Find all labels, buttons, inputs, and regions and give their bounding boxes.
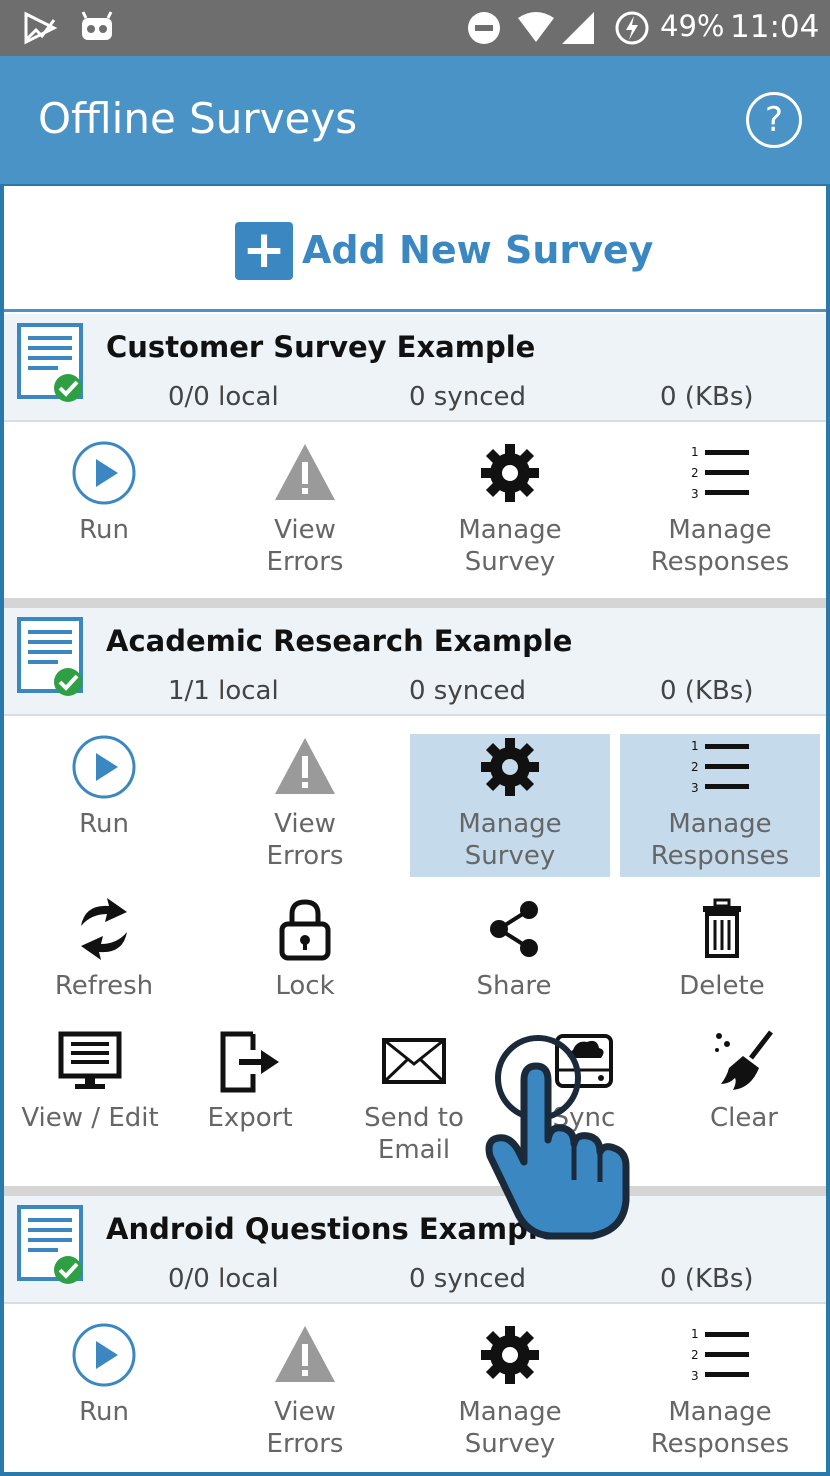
size: 0 (KBs) [660,382,754,412]
warning-icon [275,444,335,500]
export-button[interactable]: Export [170,1028,330,1134]
help-button[interactable]: ? [746,92,802,148]
view-errors-button[interactable]: View Errors [225,440,385,578]
lock-button[interactable]: Lock [225,896,385,1002]
separator [4,1186,826,1196]
survey-title: Customer Survey Example [106,330,536,364]
manage-survey-button[interactable]: Manage Survey [410,1322,610,1460]
svg-text:3: 3 [691,487,699,501]
gear-icon [481,738,539,796]
warning-icon [275,1326,335,1382]
plus-icon: + [235,222,293,280]
survey-header[interactable]: Customer Survey Example 0/0 local 0 sync… [4,314,826,422]
local-count: 0/0 local [168,1264,279,1294]
play-icon [72,1323,136,1387]
list-icon: 1 2 3 [691,445,749,501]
gear-icon [481,444,539,502]
refresh-icon [81,898,127,960]
monitor-icon [58,1031,122,1089]
page-title: Offline Surveys [38,94,358,143]
synced-count: 0 synced [409,382,527,412]
survey-actions: Run View Errors Manage Survey 123 Manage… [4,422,826,598]
warning-icon [275,738,335,794]
survey-document-icon [17,323,83,402]
survey-header[interactable]: Android Questions Example 0/0 local 0 sy… [4,1196,826,1304]
svg-text:2: 2 [691,466,699,480]
android-debug-icon [80,10,114,48]
manage-responses-button[interactable]: 123 Manage Responses [620,1322,820,1460]
add-new-survey-button[interactable]: + Add New Survey [4,186,826,312]
clear-button[interactable]: Clear [664,1028,824,1134]
manage-responses-button[interactable]: 123 Manage Responses [620,440,820,578]
trash-icon [703,898,741,958]
list-icon: 1 2 3 [691,739,749,795]
envelope-icon [382,1038,446,1084]
survey-actions: Run View Errors Manage Survey 123 Manage… [4,1304,826,1472]
gear-icon [481,1326,539,1384]
dnd-icon [466,10,502,50]
play-icon [72,735,136,799]
manage-survey-button[interactable]: Manage Survey [410,734,610,872]
play-store-icon [22,10,58,50]
run-button[interactable]: Run [24,1322,184,1428]
play-icon [72,441,136,505]
battery-percent: 49% [660,9,725,43]
svg-text:3: 3 [691,1369,699,1383]
share-icon [490,901,538,957]
survey-title: Academic Research Example [106,624,573,658]
send-to-email-button[interactable]: Send to Email [334,1028,494,1166]
app-bar: Offline Surveys [0,56,830,184]
survey-actions: Run View Errors Manage Survey 123 Manage… [4,716,826,1186]
survey-document-icon [17,1205,83,1284]
delete-button[interactable]: Delete [642,896,802,1002]
local-count: 1/1 local [168,676,279,706]
run-button[interactable]: Run [24,734,184,840]
local-count: 0/0 local [168,382,279,412]
manage-survey-button[interactable]: Manage Survey [410,440,610,578]
svg-text:3: 3 [691,781,699,795]
clock: 11:04 [730,9,820,45]
synced-count: 0 synced [409,676,527,706]
svg-text:1: 1 [691,445,699,459]
view-edit-button[interactable]: View / Edit [10,1028,170,1134]
signal-icon [560,10,596,50]
svg-text:1: 1 [691,739,699,753]
size: 0 (KBs) [660,1264,754,1294]
battery-charging-icon [614,10,650,50]
svg-text:2: 2 [691,1348,699,1362]
refresh-button[interactable]: Refresh [24,896,184,1002]
view-errors-button[interactable]: View Errors [225,1322,385,1460]
view-errors-button[interactable]: View Errors [225,734,385,872]
wifi-icon [516,10,556,50]
list-icon: 1 2 3 [691,1327,749,1383]
broom-icon [715,1030,773,1090]
survey-list: + Add New Survey Customer Survey Example… [4,186,826,1472]
export-icon [220,1031,279,1093]
survey-header[interactable]: Academic Research Example 1/1 local 0 sy… [4,608,826,716]
survey-document-icon [17,617,83,696]
lock-icon [279,899,331,961]
hand-pointer-icon [485,1035,630,1240]
svg-text:1: 1 [691,1327,699,1341]
synced-count: 0 synced [409,1264,527,1294]
manage-responses-button[interactable]: 123 Manage Responses [620,734,820,872]
size: 0 (KBs) [660,676,754,706]
run-button[interactable]: Run [24,440,184,546]
svg-text:2: 2 [691,760,699,774]
share-button[interactable]: Share [434,896,594,1002]
status-bar: 49% 11:04 [0,0,830,56]
add-new-survey-label: Add New Survey [302,228,654,272]
separator [4,598,826,608]
